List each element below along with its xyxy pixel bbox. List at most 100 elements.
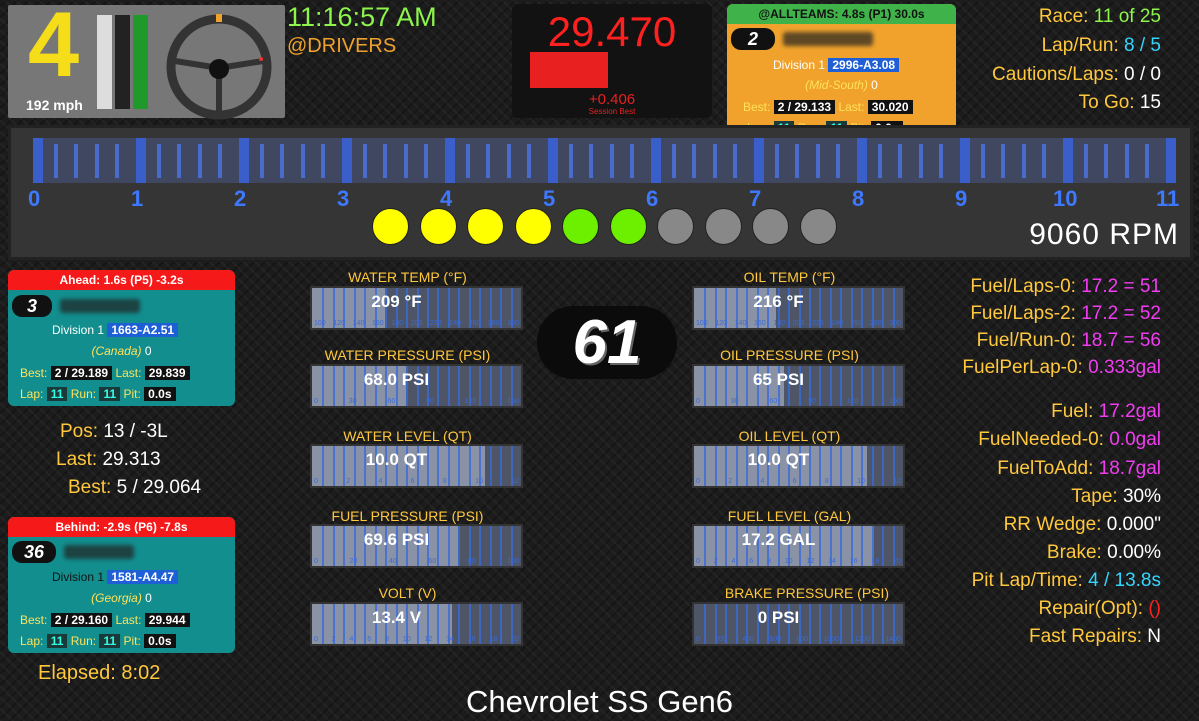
fuel-pressure-title: FUEL PRESSURE (PSI) (331, 508, 484, 524)
oil-level-title: OIL LEVEL (QT) (738, 428, 841, 444)
behind-header: Behind: -2.9s (P6) -7.8s (8, 517, 235, 537)
gauge-scale-label: 0 (314, 636, 318, 643)
fast-repairs-label: Fast Repairs: (1029, 626, 1142, 647)
gauge-scale: 0 30 60 90 120 150 (696, 398, 901, 405)
gauge-scale: 0 2 4 6 8 10 12 14 16 18 20 (696, 558, 901, 565)
rpm-minor-tick (589, 144, 594, 178)
rpm-major-tick (445, 138, 455, 183)
rpm-scale-label: 5 (543, 186, 556, 211)
gauge-scale: 0 2 4 6 8 10 12 (314, 478, 519, 485)
behind-lap-line: Lap: 11 Run: 11 Pit: 0.0s (20, 634, 176, 648)
rpm-minor-tick (362, 144, 367, 178)
leader-best-line: Best: 2 / 29.133 Last: 30.020 (743, 100, 913, 114)
behind-region-line: (Georgia) 0 (8, 591, 235, 605)
fast-repairs-line: Fast Repairs: N (1029, 626, 1161, 648)
gauge-scale-label: 60 (769, 398, 778, 405)
to-go-line: To Go: 15 (1079, 92, 1161, 114)
behind-driver-name (64, 545, 134, 559)
gauge-scale-label: 0 (314, 478, 318, 485)
gauge-value: 17.2 GAL (741, 530, 816, 549)
ahead-region-suffix: 0 (144, 344, 152, 358)
fuel-per-lap-label: FuelPerLap-0: (962, 357, 1083, 378)
behind-car-number: 36 (12, 541, 56, 563)
behind-region: (Georgia) (91, 591, 142, 605)
gauge-scale-label: 14 (446, 636, 454, 643)
gear-indicator: 4 (28, 0, 80, 96)
gauge-scale-label: 0 (696, 478, 700, 485)
gauge-scale-label: 12 (893, 478, 901, 485)
gauge-scale-label: 0 (696, 558, 700, 565)
gauge-scale-label: 220 (429, 320, 442, 327)
fuel-line: Fuel: 17.2gal (1051, 401, 1161, 423)
rpm-major-tick (651, 138, 661, 183)
ahead-run: 11 (99, 387, 121, 401)
ahead-card: Ahead: 1.6s (P5) -3.2s 3 Division 1 1663… (8, 270, 235, 406)
ahead-header: Ahead: 1.6s (P5) -3.2s (8, 270, 235, 290)
fuel-per-lap-line: FuelPerLap-0: 0.333gal (962, 357, 1161, 379)
rpm-major-tick (857, 138, 867, 183)
ahead-license: 1663-A2.51 (107, 323, 179, 337)
repair-label: Repair(Opt): (1038, 598, 1144, 619)
fuel-value: 17.2gal (1098, 401, 1161, 422)
pit-lap-time-line: Pit Lap/Time: 4 / 13.8s (972, 570, 1161, 592)
gauge-scale-label: 10 (857, 478, 865, 485)
gauge-scale-label: 2 (713, 558, 718, 565)
leader-best: 2 / 29.133 (773, 100, 836, 114)
gauge-scale-label: 4 (378, 478, 383, 485)
cautions-label: Cautions/Laps: (991, 64, 1119, 85)
brake-bias-label: Brake: (1046, 542, 1102, 563)
rpm-scale-label: 0 (28, 186, 41, 211)
rpm-minor-tick (527, 144, 532, 178)
gauge-scale-label: 6 (367, 636, 372, 643)
rpm-minor-tick (383, 144, 388, 178)
gauge-scale-label: 30 (730, 398, 739, 405)
gauge-scale-label: 4 (349, 636, 354, 643)
gauge-value: 216 °F (753, 292, 804, 311)
ahead-region-line: (Canada) 0 (8, 344, 235, 358)
rpm-track (33, 138, 1176, 183)
shift-light (704, 208, 742, 245)
rpm-scale-label: 1 (131, 186, 144, 211)
team-label: @DRIVERS (287, 35, 397, 57)
fuel-laps-2-value: 17.2 = 52 (1081, 303, 1161, 324)
race-label: Race: (1038, 6, 1089, 27)
gauge-scale-label: 2 (346, 478, 351, 485)
gauge-scale-label: 20 (349, 558, 358, 565)
ahead-region: (Canada) (91, 344, 142, 358)
cautions-value: 0 / 0 (1124, 64, 1161, 85)
rpm-major-tick (239, 138, 249, 183)
gauge-scale-label: 150 (889, 398, 901, 405)
gauge-scale-label: 8 (442, 478, 447, 485)
delta-time: +0.406 (588, 91, 636, 108)
volt-gauge: 13.4 V 0 2 4 6 8 10 12 14 16 18 20 (310, 602, 523, 646)
gauge-scale-label: 1400 (885, 636, 901, 643)
gauge-scale-label: 2 (728, 478, 733, 485)
ahead-last-label: Last: (115, 366, 142, 380)
fuel-laps-2-line: Fuel/Laps-2: 17.2 = 52 (970, 303, 1161, 325)
ahead-lap-line: Lap: 11 Run: 11 Pit: 0.0s (20, 387, 176, 401)
rpm-minor-tick (1021, 144, 1026, 178)
rpm-major-tick (33, 138, 43, 183)
rpm-scale-label: 10 (1053, 186, 1078, 211)
rpm-minor-tick (74, 144, 79, 178)
fuel-needed-label: FuelNeeded-0: (978, 429, 1104, 450)
gauge-scale-label: 120 (846, 398, 859, 405)
fuel-level-title: FUEL LEVEL (GAL) (727, 508, 852, 524)
behind-pit: 0.0s (144, 634, 176, 648)
my-best-line: Best: 5 / 29.064 (68, 477, 201, 499)
gauge-scale: 0 200 400 600 800 1000 1200 1400 (696, 636, 901, 643)
rr-wedge-line: RR Wedge: 0.000" (1004, 514, 1161, 536)
rpm-minor-tick (506, 144, 511, 178)
to-go-value: 15 (1139, 92, 1161, 113)
rpm-minor-tick (403, 144, 408, 178)
fuel-needed-value: 0.0gal (1109, 429, 1161, 450)
throttle-bar (133, 15, 148, 109)
gauge-scale-label: 100 (696, 320, 708, 327)
rpm-minor-tick (877, 144, 882, 178)
fuel-run-0-label: Fuel/Run-0: (976, 330, 1076, 351)
shift-light (562, 208, 599, 245)
rpm-minor-tick (156, 144, 161, 178)
brake-pressure-gauge: 0 PSI 0 200 400 600 800 1000 1200 1400 (692, 602, 905, 646)
gauge-scale-label: 16 (467, 636, 476, 643)
behind-license: 1581-A4.47 (107, 570, 179, 584)
